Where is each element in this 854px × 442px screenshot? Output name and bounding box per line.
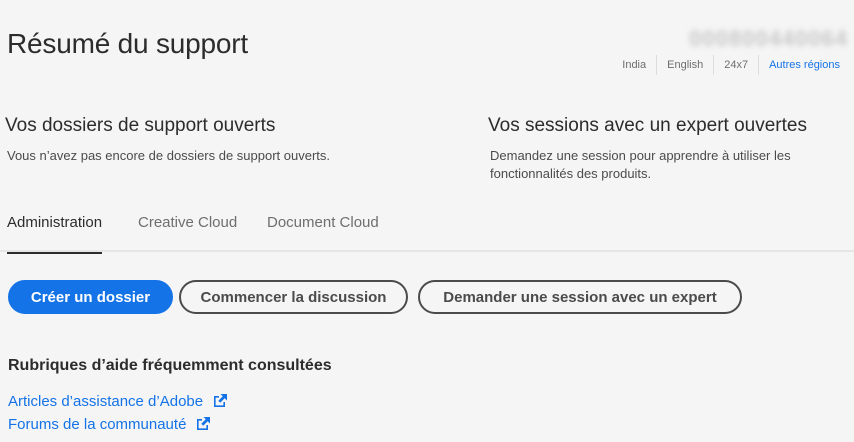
request-expert-session-button[interactable]: Demander une session avec un expert xyxy=(418,280,742,314)
adobe-support-articles-link[interactable]: Articles d’assistance d’Adobe xyxy=(8,392,229,410)
hours-label: 24x7 xyxy=(713,55,758,75)
open-support-cases: Vos dossiers de support ouverts Vous n’a… xyxy=(5,114,445,165)
external-link-icon xyxy=(214,394,228,407)
start-chat-button[interactable]: Commencer la discussion xyxy=(179,280,408,314)
link-label: Articles d’assistance d’Adobe xyxy=(8,392,204,410)
other-regions-link[interactable]: Autres régions xyxy=(758,55,840,75)
create-case-button[interactable]: Créer un dossier xyxy=(8,280,173,314)
external-link-icon xyxy=(197,417,211,430)
community-forums-link[interactable]: Forums de la communauté xyxy=(8,415,212,433)
tab-administration[interactable]: Administration xyxy=(7,214,102,254)
tab-document-cloud[interactable]: Document Cloud xyxy=(267,214,379,252)
page-title: Résumé du support xyxy=(7,28,248,59)
support-phone-number: 000800440064 xyxy=(689,26,848,51)
help-topics-heading: Rubriques d’aide fréquemment consultées xyxy=(8,357,332,374)
open-expert-sessions: Vos sessions avec un expert ouvertes Dem… xyxy=(488,114,838,183)
product-tabs: Administration Creative Cloud Document C… xyxy=(0,206,854,254)
support-cases-heading: Vos dossiers de support ouverts xyxy=(5,115,276,136)
region-info: India English 24x7 Autres régions xyxy=(612,55,840,75)
link-label: Forums de la communauté xyxy=(8,415,187,433)
country-label: India xyxy=(622,59,647,71)
expert-sessions-text: Demandez une session pour apprendre à ut… xyxy=(490,148,791,181)
tab-creative-cloud[interactable]: Creative Cloud xyxy=(138,214,237,252)
support-summary-page: Résumé du support 000800440064 India Eng… xyxy=(0,0,854,442)
language-label: English xyxy=(656,55,713,75)
support-cases-text: Vous n’avez pas encore de dossiers de su… xyxy=(7,148,331,163)
expert-sessions-heading: Vos sessions avec un expert ouvertes xyxy=(488,115,807,136)
